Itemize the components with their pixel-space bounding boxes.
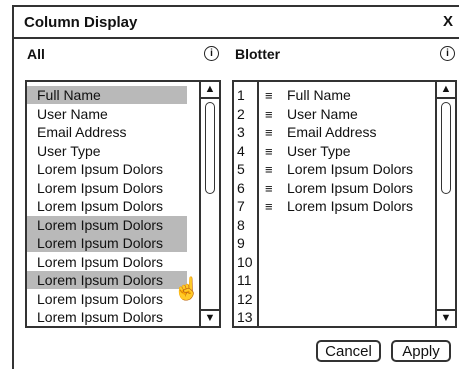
row-label: Lorem Ipsum Dolors	[287, 161, 414, 177]
list-item[interactable]: Lorem Ipsum Dolors	[27, 290, 187, 308]
row-number: 9	[237, 235, 245, 251]
blotter-row[interactable]: 3 ≡ Email Address	[234, 123, 376, 141]
list-item[interactable]: Lorem Ipsum Dolors	[27, 160, 187, 178]
row-label: User Name	[287, 105, 358, 122]
list-item[interactable]: Email Address	[27, 123, 187, 141]
list-item[interactable]: Full Name	[27, 86, 187, 104]
scroll-down-icon[interactable]: ▼	[437, 309, 455, 326]
list-item[interactable]: Lorem Ipsum Dolors	[27, 215, 187, 234]
dialog-title: Column Display	[24, 14, 138, 31]
row-number: 3	[237, 124, 245, 140]
blotter-row[interactable]: 1 ≡ Full Name	[234, 86, 351, 104]
scroll-up-icon[interactable]: ▲	[437, 82, 455, 99]
row-number: 2	[237, 105, 245, 122]
drag-handle-icon[interactable]: ≡	[265, 124, 287, 142]
blotter-row[interactable]: 13	[234, 308, 265, 326]
drag-handle-icon[interactable]: ≡	[265, 180, 287, 198]
list-item[interactable]: Lorem Ipsum Dolors	[27, 271, 187, 289]
blotter-row[interactable]: 5 ≡ Lorem Ipsum Dolors	[234, 160, 413, 178]
blotter-row[interactable]: 11	[234, 271, 265, 289]
blotter-row[interactable]: 7 ≡ Lorem Ipsum Dolors	[234, 197, 413, 215]
drag-handle-icon[interactable]: ≡	[265, 143, 287, 161]
scroll-down-icon[interactable]: ▼	[201, 309, 219, 326]
list-item[interactable]: Lorem Ipsum Dolors	[27, 179, 187, 197]
scrollbar[interactable]: ▲ ▼	[199, 82, 219, 326]
row-number: 11	[237, 272, 252, 288]
info-icon[interactable]: i	[440, 46, 455, 61]
scroll-thumb[interactable]	[205, 102, 215, 194]
row-number: 6	[237, 179, 245, 196]
all-panel-heading: All	[27, 46, 45, 62]
blotter-columns-list[interactable]: ▲ ▼ 1 ≡ Full Name 2 ≡ User Name 3 ≡ Email Addres…	[232, 80, 457, 328]
cancel-button[interactable]: Cancel	[316, 340, 381, 362]
row-number: 10	[237, 253, 253, 270]
row-number: 12	[237, 290, 253, 307]
list-item[interactable]: Lorem Ipsum Dolors	[27, 234, 187, 252]
scroll-up-icon[interactable]: ▲	[201, 82, 219, 99]
list-item[interactable]: Lorem Ipsum Dolors	[27, 253, 187, 271]
scroll-thumb[interactable]	[441, 102, 451, 194]
row-number: 7	[237, 198, 245, 214]
blotter-row[interactable]: 10	[234, 253, 265, 271]
list-item[interactable]: User Type	[27, 142, 187, 160]
row-number: 1	[237, 87, 245, 103]
info-icon[interactable]: i	[204, 46, 219, 61]
dialog-titlebar: Column Display X	[14, 5, 459, 39]
row-label: Lorem Ipsum Dolors	[287, 179, 414, 196]
blotter-row[interactable]: 4 ≡ User Type	[234, 142, 351, 160]
close-button[interactable]: X	[443, 13, 453, 30]
row-label: Lorem Ipsum Dolors	[287, 198, 414, 214]
drag-handle-icon[interactable]: ≡	[265, 198, 287, 216]
list-item[interactable]: Lorem Ipsum Dolors	[27, 308, 187, 326]
row-number: 13	[237, 309, 253, 325]
blotter-row[interactable]: 6 ≡ Lorem Ipsum Dolors	[234, 179, 413, 197]
drag-handle-icon[interactable]: ≡	[265, 87, 287, 105]
drag-handle-icon[interactable]: ≡	[265, 106, 287, 124]
list-item[interactable]: Lorem Ipsum Dolors	[27, 197, 187, 215]
blotter-panel-heading: Blotter	[235, 46, 281, 62]
apply-button[interactable]: Apply	[391, 340, 451, 362]
blotter-row[interactable]: 9	[234, 234, 265, 252]
scrollbar[interactable]: ▲ ▼	[435, 82, 455, 326]
row-number: 4	[237, 142, 245, 159]
row-number: 8	[237, 216, 245, 233]
drag-handle-icon[interactable]: ≡	[265, 161, 287, 179]
row-label: User Type	[287, 142, 351, 159]
list-item[interactable]: User Name	[27, 105, 187, 123]
row-label: Full Name	[287, 87, 351, 103]
blotter-row[interactable]: 2 ≡ User Name	[234, 105, 358, 123]
hand-cursor-icon: ☝	[173, 276, 201, 301]
blotter-row[interactable]: 8	[234, 216, 265, 234]
row-label: Email Address	[287, 124, 377, 140]
row-number: 5	[237, 161, 245, 177]
blotter-row[interactable]: 12	[234, 290, 265, 308]
